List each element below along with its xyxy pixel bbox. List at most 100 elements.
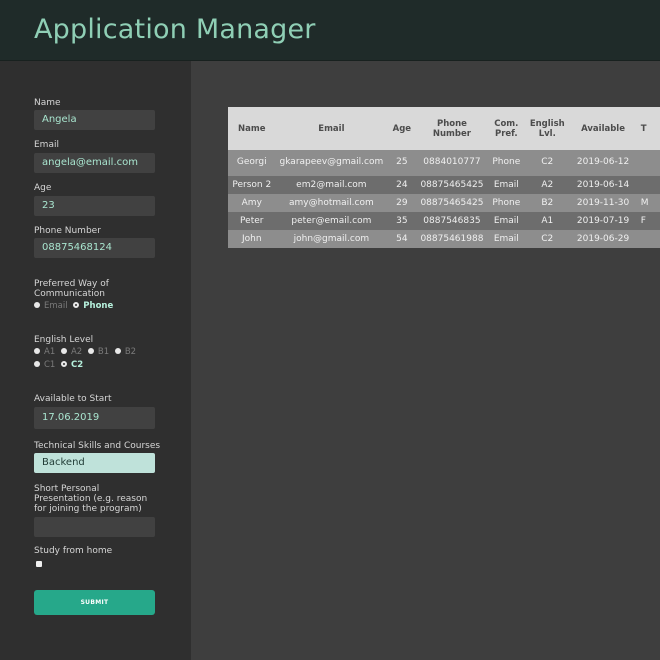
column-header: Age (392, 123, 412, 134)
applicants-table: Name Email Age Phone Number Com. Pref. E… (228, 107, 660, 248)
name-input[interactable]: Angela (34, 110, 155, 130)
table-cell: em2@mail.com (296, 180, 367, 190)
table-cell: 54 (396, 234, 408, 244)
table-cell: 0884010777 (423, 156, 481, 167)
radio-dot (60, 348, 67, 354)
radio-b1[interactable]: B1 (87, 346, 110, 359)
table-cell: john@gmail.com (293, 234, 370, 244)
presentation-label: Short Personal Presentation (e.g. reason… (34, 484, 148, 514)
radio-dot (73, 302, 80, 308)
english-radio-group: A1 A2 B1 B2 C1 C2 (34, 346, 159, 372)
radio-label: B1 (97, 347, 110, 357)
radio-c2[interactable]: C2 (61, 359, 83, 372)
radio-dot (34, 302, 40, 308)
age-label: Age (34, 183, 52, 193)
phone-input[interactable]: 08875468124 (34, 238, 155, 258)
table-cell: 08875461988 (420, 234, 484, 244)
radio-dot (114, 348, 121, 354)
table-cell: Email (493, 234, 519, 244)
table-cell (637, 176, 660, 194)
table-row[interactable]: John john@gmail.com 54 08875461988 Email… (228, 230, 660, 248)
table-cell: 08875465425 (420, 180, 484, 190)
phone-label: Phone Number (34, 226, 101, 236)
email-input[interactable]: angela@email.com (34, 153, 155, 173)
table-cell: 2019-06-29 (576, 234, 630, 244)
english-label: English Level (34, 335, 94, 345)
table-cell: 2019-11-30 (576, 198, 630, 208)
table-cell: 35 (396, 216, 408, 226)
radio-b2[interactable]: B2 (114, 346, 137, 359)
table-cell: Amy (241, 198, 262, 208)
table-cell: M (640, 198, 649, 208)
communication-label: Preferred Way of Communication (34, 279, 109, 299)
radio-email[interactable]: Email (34, 300, 68, 313)
radio-label: Email (44, 301, 68, 311)
home-checkbox[interactable] (36, 561, 42, 567)
table-cell: 25 (396, 156, 408, 167)
radio-label: Phone (83, 301, 114, 311)
radio-dot (34, 348, 40, 354)
table-cell: A1 (541, 216, 554, 226)
name-label: Name (34, 98, 61, 108)
column-header: T (640, 123, 647, 134)
radio-dot (34, 361, 40, 367)
communication-radio-group: Email Phone (34, 300, 159, 313)
home-label: Study from home (34, 546, 113, 556)
table-cell (637, 230, 660, 248)
radio-label: A1 (44, 347, 56, 357)
table-cell: Phone (492, 156, 521, 167)
table-cell: 24 (396, 180, 408, 190)
table-row[interactable]: Peter peter@email.com 35 0887546835 Emai… (228, 212, 660, 230)
column-header: Com. Pref. (494, 118, 519, 139)
radio-a1[interactable]: A1 (34, 346, 55, 359)
radio-label: C2 (71, 360, 84, 370)
radio-phone[interactable]: Phone (73, 300, 113, 313)
table-cell: B2 (541, 198, 554, 208)
email-label: Email (34, 140, 59, 150)
radio-dot (61, 361, 68, 367)
table-cell: 2019-06-12 (576, 156, 630, 167)
app-header: Application Manager (0, 0, 660, 61)
skills-label: Technical Skills and Courses (34, 441, 161, 451)
table-cell: John (241, 234, 262, 244)
table-cell: F (640, 216, 646, 226)
start-label: Available to Start (34, 394, 112, 404)
column-header: Name (238, 123, 266, 134)
table-cell: Email (493, 180, 519, 190)
radio-dot (87, 348, 94, 354)
table-cell: 0887546835 (423, 216, 481, 226)
table-row[interactable]: Georgi gkarapeev@gmail.com 25 0884010777… (228, 150, 660, 173)
column-header: Phone Number (432, 118, 471, 139)
column-header: English Lvl. (529, 118, 565, 139)
table-cell: 2019-06-14 (576, 180, 630, 190)
table-cell: 2019-07-19 (576, 216, 630, 226)
radio-label: B2 (124, 347, 137, 357)
table-cell: Georgi (236, 156, 267, 167)
app-title: Application Manager (34, 14, 316, 45)
table-cell: peter@email.com (291, 216, 372, 226)
table-cell: Phone (492, 198, 521, 208)
table-cell: 29 (396, 198, 408, 208)
table-cell: C2 (541, 234, 554, 244)
table-cell: Email (493, 216, 519, 226)
age-input[interactable]: 23 (34, 196, 155, 216)
radio-a2[interactable]: A2 (60, 346, 83, 359)
table-header-row: Name Email Age Phone Number Com. Pref. E… (228, 107, 660, 150)
skills-select[interactable]: Backend (34, 453, 155, 473)
column-header: Email (318, 123, 345, 134)
submit-button[interactable]: SUBMIT (34, 590, 155, 615)
table-cell: 08875465425 (420, 198, 484, 208)
radio-label: A2 (70, 347, 83, 357)
table-cell: Person 2 (232, 180, 272, 190)
radio-c1[interactable]: C1 (34, 359, 55, 372)
table-row[interactable]: Amy amy@hotmail.com 29 08875465425 Phone… (228, 194, 660, 212)
presentation-input[interactable] (34, 517, 155, 537)
table-row[interactable]: Person 2 em2@mail.com 24 08875465425 Ema… (228, 176, 660, 194)
start-date-input[interactable]: 17.06.2019 (34, 407, 155, 429)
table-cell: amy@hotmail.com (289, 198, 374, 208)
radio-label: C1 (44, 360, 56, 370)
table-cell: C2 (541, 156, 554, 167)
table-cell: gkarapeev@gmail.com (279, 156, 384, 167)
table-cell: A2 (541, 180, 554, 190)
table-cell: Peter (240, 216, 264, 226)
